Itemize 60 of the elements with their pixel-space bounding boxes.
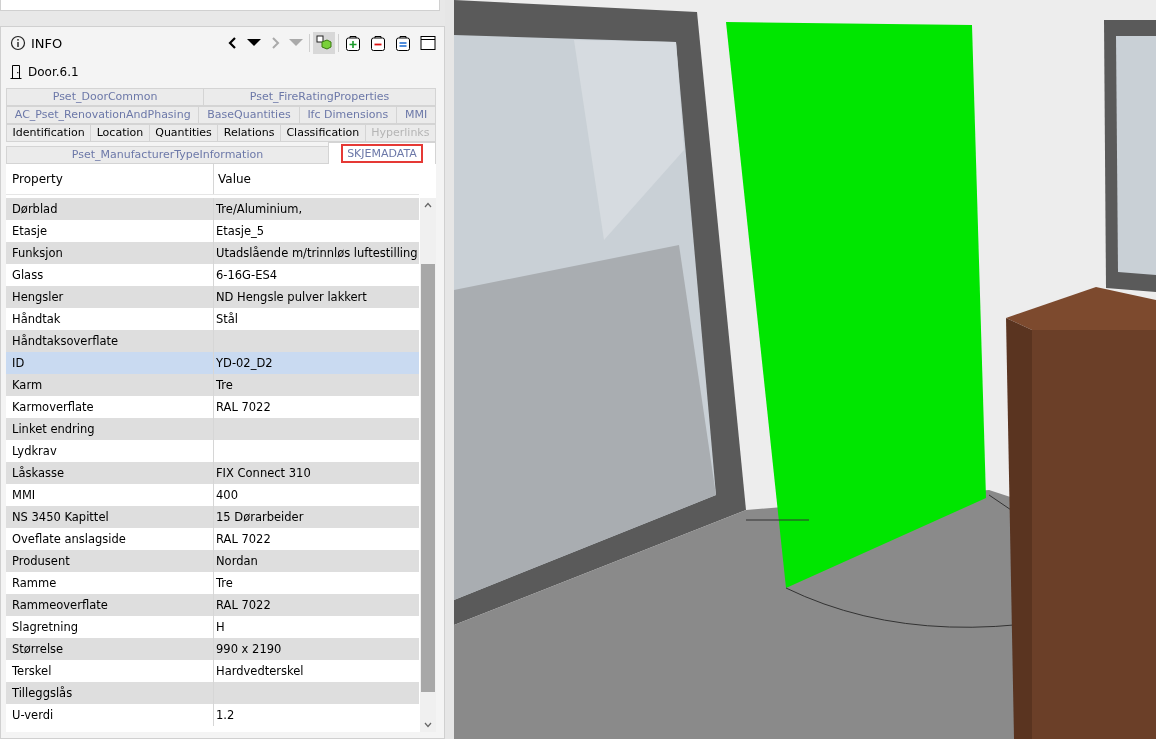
value-cell: Tre bbox=[216, 378, 233, 392]
table-row[interactable]: Hengsler ND Hengsle pulver lakkert bbox=[6, 286, 419, 308]
tab[interactable]: Quantities bbox=[148, 124, 218, 142]
door-icon bbox=[10, 64, 22, 80]
table-row[interactable]: Størrelse 990 x 2190 bbox=[6, 638, 419, 660]
object-name: Door.6.1 bbox=[28, 65, 79, 79]
table-row[interactable]: Funksjon Utadslående m/trinnløs luftestilling bbox=[6, 242, 419, 264]
tab[interactable]: Pset_ManufacturerTypeInformation bbox=[6, 146, 328, 164]
cubes-toggle-button[interactable] bbox=[313, 32, 335, 54]
table-row[interactable]: Rammeoverflate RAL 7022 bbox=[6, 594, 419, 616]
value-cell: RAL 7022 bbox=[216, 400, 271, 414]
value-cell: ND Hengsle pulver lakkert bbox=[216, 290, 367, 304]
tab[interactable]: SKJEMADATA bbox=[328, 142, 436, 164]
table-row[interactable]: Produsent Nordan bbox=[6, 550, 419, 572]
value-cell: Nordan bbox=[216, 554, 258, 568]
table-row[interactable]: NS 3450 Kapittel 15 Dørarbeider bbox=[6, 506, 419, 528]
tab[interactable]: Classification bbox=[279, 124, 365, 142]
table-row[interactable]: Dørblad Tre/Aluminium, bbox=[6, 198, 419, 220]
column-header[interactable]: Value bbox=[214, 164, 419, 194]
tab[interactable]: Pset_DoorCommon bbox=[6, 88, 204, 106]
value-cell: Tre/Aluminium, bbox=[216, 202, 303, 216]
scroll-down-icon[interactable] bbox=[424, 722, 432, 728]
chevron-left-icon[interactable] bbox=[228, 37, 238, 49]
column-header[interactable]: Property bbox=[6, 164, 214, 194]
tab[interactable]: Location bbox=[90, 124, 149, 142]
table-row[interactable]: Håndtaksoverflate bbox=[6, 330, 419, 352]
value-cell: Etasje_5 bbox=[216, 224, 265, 238]
tab[interactable]: Identification bbox=[6, 124, 91, 142]
value-cell: Tre bbox=[216, 576, 233, 590]
panel-title: INFO bbox=[31, 35, 63, 51]
tab[interactable]: Relations bbox=[217, 124, 280, 142]
scroll-up-icon[interactable] bbox=[424, 202, 432, 208]
value-cell: RAL 7022 bbox=[216, 598, 271, 612]
scrollbar-thumb[interactable] bbox=[421, 264, 435, 692]
tab[interactable]: Pset_FireRatingProperties bbox=[203, 88, 436, 106]
value-cell: RAL 7022 bbox=[216, 532, 271, 546]
value-cell: H bbox=[216, 620, 225, 634]
tab[interactable]: MMI bbox=[396, 106, 436, 124]
value-cell: 6-16G-ES4 bbox=[216, 268, 278, 282]
value-cell: YD-02_D2 bbox=[216, 356, 273, 370]
table-row[interactable]: Tilleggslås bbox=[6, 682, 419, 704]
table-row[interactable]: Låskasse FIX Connect 310 bbox=[6, 462, 419, 484]
table-row[interactable]: Linket endring bbox=[6, 418, 419, 440]
value-cell: 990 x 2190 bbox=[216, 642, 282, 656]
value-cell: 400 bbox=[216, 488, 238, 502]
value-cell: Stål bbox=[216, 312, 239, 326]
value-cell: Utadslående m/trinnløs luftestilling bbox=[216, 246, 418, 260]
tab[interactable]: BaseQuantities bbox=[198, 106, 299, 124]
tab[interactable]: AC_Pset_RenovationAndPhasing bbox=[6, 106, 199, 124]
caret-down-icon[interactable] bbox=[247, 39, 261, 47]
tab[interactable]: Ifc Dimensions bbox=[298, 106, 397, 124]
value-cell: Hardvedterskel bbox=[216, 664, 304, 678]
info-icon bbox=[10, 35, 26, 51]
scrollbar[interactable] bbox=[420, 198, 436, 732]
table-row[interactable]: ID YD-02_D2 bbox=[6, 352, 419, 374]
value-cell: FIX Connect 310 bbox=[216, 466, 311, 480]
property-cell: U-verdi bbox=[6, 704, 214, 726]
value-cell: 1.2 bbox=[216, 708, 235, 722]
value-cell: 15 Dørarbeider bbox=[216, 510, 304, 524]
table-row[interactable]: Karm Tre bbox=[6, 374, 419, 396]
